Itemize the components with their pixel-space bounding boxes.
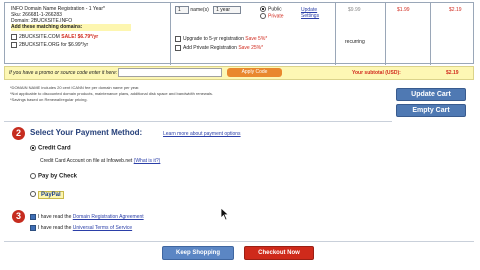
matching-domain-name: 2BUCKSITE.ORG <box>19 42 60 48</box>
subtotal-label: Your subtotal (USD): <box>352 70 401 76</box>
matching-domain-row[interactable]: 2BUCKSITE.ORG for $6.99*/yr <box>11 41 161 49</box>
payment-radio[interactable] <box>30 145 36 151</box>
footnote-line: *Savings based on Renewal/regular pricin… <box>10 97 88 102</box>
sale-price: $1.99 <box>397 7 410 13</box>
checkout-now-button[interactable]: Checkout Now <box>244 246 314 260</box>
upsell-options: Upgrade to 5-yr registration Save 5%* Ad… <box>175 35 267 53</box>
payment-radio[interactable] <box>30 191 36 197</box>
promo-prompt: If you have a promo or source code enter… <box>9 70 118 76</box>
step-number-badge: 2 <box>12 127 25 140</box>
column-divider <box>430 3 431 65</box>
privacy-public-radio[interactable] <box>260 6 266 12</box>
mouse-cursor-icon <box>220 207 230 221</box>
agreement-row[interactable]: I have read the Domain Registration Agre… <box>30 212 144 223</box>
upsell-row[interactable]: Add Private Registration Save 25%* <box>175 44 267 53</box>
matching-domain-name: 2BUCKSITE.COM <box>19 34 60 40</box>
upsell-savings: Save 5%* <box>245 36 268 42</box>
apply-code-button[interactable]: Apply Code <box>227 68 282 77</box>
matching-domain-price: SALE! $6.79*/yr <box>61 34 99 40</box>
payment-radio[interactable] <box>30 173 36 179</box>
promo-code-input[interactable] <box>118 68 222 77</box>
upsell-checkbox[interactable] <box>175 44 181 51</box>
registration-agreement-link[interactable]: Domain Registration Agreement <box>73 214 144 220</box>
upsell-label: Add Private Registration <box>183 45 237 51</box>
what-is-it-link[interactable]: (What is it?) <box>134 158 161 164</box>
upsell-savings: Save 25%* <box>238 45 264 51</box>
payment-option-label: Credit Card <box>38 145 71 152</box>
agreement-checkbox[interactable] <box>30 224 36 231</box>
privacy-private-radio[interactable] <box>260 13 266 20</box>
footnotes: *DOMAIN NAME includes 20 cent ICANN fee … <box>10 85 390 103</box>
cart-table: INFO Domain Name Registration - 1 Year* … <box>4 2 474 65</box>
names-label: name(s) <box>190 7 209 13</box>
names-select[interactable]: 1 <box>175 6 189 14</box>
empty-cart-button[interactable]: Empty Cart <box>396 104 466 117</box>
quantity-controls: 1 name(s) 1 year <box>175 6 242 14</box>
update-cart-button[interactable]: Update Cart <box>396 88 466 101</box>
divider <box>4 121 392 122</box>
list-price: $9.99 <box>348 7 361 13</box>
payment-option-credit-card[interactable]: Credit Card <box>30 145 71 153</box>
divider <box>4 241 474 242</box>
payment-heading: Select Your Payment Method: <box>30 128 143 137</box>
term-select[interactable]: 1 year <box>213 6 242 14</box>
matching-domain-checkbox[interactable] <box>11 41 17 48</box>
privacy-options: Public Private <box>260 6 284 21</box>
payment-option-paypal[interactable]: PayPal <box>30 190 64 199</box>
column-divider <box>335 3 336 65</box>
agreement-prefix: I have read the <box>38 225 73 231</box>
matching-domain-price: for $6.99*/yr <box>60 42 89 48</box>
update-settings-link[interactable]: Update Settings <box>301 7 331 19</box>
terms-of-service-link[interactable]: Universal Terms of Service <box>73 225 132 231</box>
privacy-public-label: Public <box>268 6 282 13</box>
payment-info-link[interactable]: Learn more about payment options <box>163 131 241 137</box>
agreement-prefix: I have read the <box>38 214 73 220</box>
agreement-row[interactable]: I have read the Universal Terms of Servi… <box>30 223 144 234</box>
matching-domain-checkbox[interactable] <box>11 33 17 40</box>
matching-domains-list: 2BUCKSITE.COM SALE! $6.79*/yr 2BUCKSITE.… <box>11 33 161 49</box>
credit-card-note: Credit Card Account on file at Infoweb.n… <box>40 158 160 164</box>
matching-domain-row[interactable]: 2BUCKSITE.COM SALE! $6.79*/yr <box>11 33 161 41</box>
cart-item-description: INFO Domain Name Registration - 1 Year* … <box>11 6 181 24</box>
matching-domains-label: Add these matching domains: <box>11 24 83 30</box>
column-divider <box>385 3 386 65</box>
recurring-label: recurring <box>345 39 365 45</box>
subtotal-value: $2.19 <box>446 70 459 76</box>
upsell-label: Upgrade to 5-yr registration <box>183 36 244 42</box>
paypal-label: PayPal <box>38 190 64 199</box>
agreement-checkbox[interactable] <box>30 213 36 220</box>
matching-domains-banner: Add these matching domains: <box>11 24 131 31</box>
agreements-list: I have read the Domain Registration Agre… <box>30 212 144 234</box>
keep-shopping-button[interactable]: Keep Shopping <box>162 246 234 260</box>
item-total: $2.19 <box>449 7 462 13</box>
credit-card-note-text: Credit Card Account on file at Infoweb.n… <box>40 158 133 164</box>
step-number-badge: 3 <box>12 210 25 223</box>
upsell-row[interactable]: Upgrade to 5-yr registration Save 5%* <box>175 35 267 44</box>
payment-option-check[interactable]: Pay by Check <box>30 173 77 181</box>
upsell-checkbox[interactable] <box>175 35 181 42</box>
privacy-private-label: Private <box>268 13 284 20</box>
payment-option-label: Pay by Check <box>38 173 78 180</box>
